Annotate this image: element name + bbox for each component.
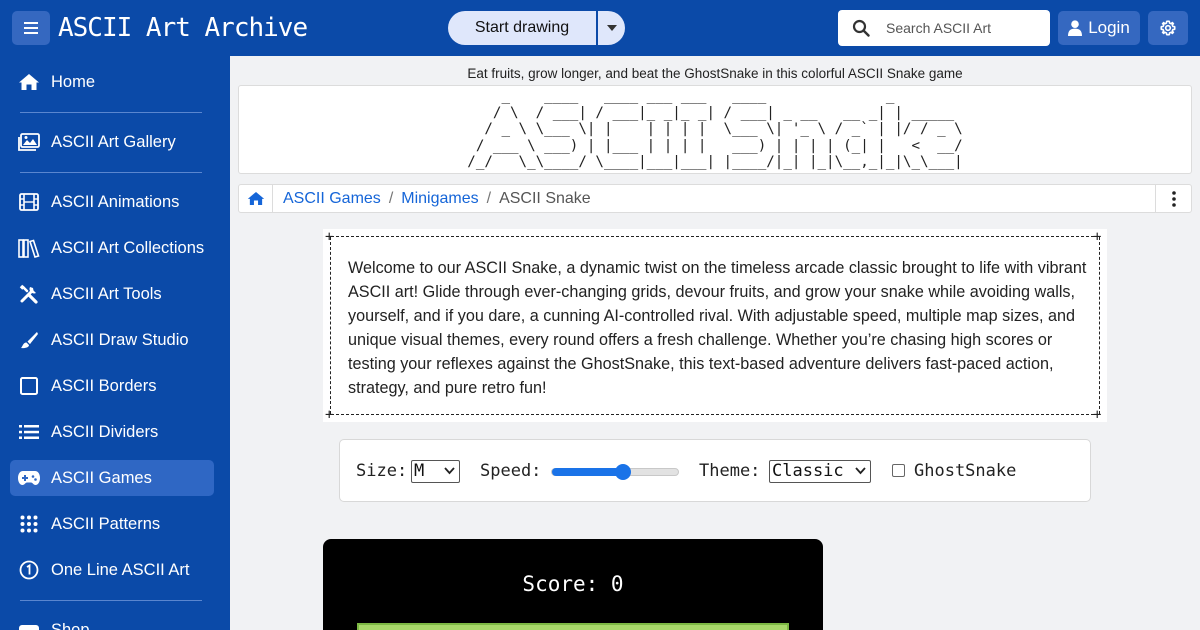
search-icon[interactable]	[852, 19, 870, 37]
books-icon	[18, 237, 40, 259]
size-select[interactable]: M	[411, 460, 460, 483]
game-field	[357, 623, 789, 630]
sidebar-item-patterns[interactable]: ASCII Patterns	[10, 506, 214, 542]
sidebar-item-label: Home	[51, 72, 96, 91]
border-corner: +	[1093, 229, 1102, 245]
settings-button[interactable]	[1148, 11, 1188, 45]
top-bar: ASCII Art Archive Start drawing Login	[0, 0, 1200, 56]
game-description: Welcome to our ASCII Snake, a dynamic tw…	[348, 259, 1087, 397]
sidebar-item-label: ASCII Animations	[51, 192, 180, 211]
sidebar: Home ASCII Art Gallery ASCII Animations …	[0, 56, 230, 630]
sidebar-item-shop[interactable]: Shop	[10, 612, 214, 630]
breadcrumb-link-minigames[interactable]: Minigames	[401, 190, 478, 208]
sidebar-item-games[interactable]: ASCII Games	[10, 460, 214, 496]
border-corner: +	[1093, 407, 1102, 423]
speed-slider[interactable]	[551, 464, 679, 480]
sidebar-item-animations[interactable]: ASCII Animations	[10, 184, 214, 220]
sidebar-item-label: ASCII Draw Studio	[51, 330, 189, 349]
theme-value: Classic	[772, 461, 844, 481]
sidebar-item-draw-studio[interactable]: ASCII Draw Studio	[10, 322, 214, 358]
sidebar-divider	[20, 112, 202, 113]
sidebar-item-label: ASCII Art Tools	[51, 284, 162, 303]
one-circle-icon	[18, 559, 40, 581]
home-icon	[247, 191, 264, 206]
grid-dots-icon	[18, 513, 40, 535]
sidebar-item-label: ASCII Patterns	[51, 514, 161, 533]
start-drawing-button[interactable]: Start drawing	[448, 11, 596, 45]
breadcrumb-link-games[interactable]: ASCII Games	[283, 190, 381, 208]
home-icon	[18, 71, 40, 93]
hamburger-icon	[24, 22, 38, 34]
login-button[interactable]: Login	[1058, 11, 1140, 45]
border-corner: +	[325, 407, 334, 423]
score-display: Score: 0	[522, 572, 624, 596]
game-canvas[interactable]: Score: 0	[323, 539, 823, 630]
border-corner: +	[325, 229, 334, 245]
breadcrumb-separator: /	[388, 189, 394, 207]
breadcrumb-current: ASCII Snake	[499, 189, 591, 207]
size-label: Size:	[356, 461, 408, 481]
theme-label: Theme:	[699, 461, 761, 481]
sidebar-item-borders[interactable]: ASCII Borders	[10, 368, 214, 404]
ascii-title-art: _ ____ ____ ___ ___ ____ _ / \ / ___| / …	[467, 88, 963, 170]
page-tagline: Eat fruits, grow longer, and beat the Gh…	[467, 66, 963, 81]
speed-slider-fill	[552, 468, 623, 476]
ghostsnake-checkbox[interactable]	[892, 464, 905, 477]
sidebar-item-label: Shop	[51, 620, 90, 630]
chevron-down-icon	[855, 467, 866, 475]
dashed-border	[331, 236, 1099, 237]
site-title[interactable]: ASCII Art Archive	[58, 10, 308, 46]
search-input[interactable]	[886, 10, 1046, 46]
dashed-border	[331, 414, 1099, 415]
gear-icon	[1160, 20, 1176, 36]
sidebar-item-label: ASCII Borders	[51, 376, 157, 395]
sidebar-item-collections[interactable]: ASCII Art Collections	[10, 230, 214, 266]
sidebar-divider	[20, 600, 202, 601]
start-drawing-dropdown[interactable]	[598, 11, 625, 45]
more-options-button[interactable]	[1155, 185, 1191, 212]
speed-label: Speed:	[480, 461, 542, 481]
sidebar-divider	[20, 172, 202, 173]
user-icon	[1068, 20, 1083, 36]
caret-down-icon	[606, 25, 617, 31]
ghostsnake-label[interactable]: GhostSnake	[914, 461, 1016, 481]
search-box	[838, 10, 1050, 46]
sidebar-item-dividers[interactable]: ASCII Dividers	[10, 414, 214, 450]
dashed-border	[1099, 237, 1100, 414]
sidebar-item-label: ASCII Art Collections	[51, 238, 205, 257]
breadcrumb-home[interactable]	[239, 185, 273, 212]
login-label: Login	[1088, 18, 1130, 37]
sidebar-item-tools[interactable]: ASCII Art Tools	[10, 276, 214, 312]
title-banner: _ ____ ____ ___ ___ ____ _ / \ / ___| / …	[238, 85, 1192, 174]
vertical-dots-icon	[1171, 190, 1176, 207]
speed-slider-thumb[interactable]	[614, 464, 631, 480]
breadcrumb-separator: /	[486, 189, 492, 207]
gamepad-icon	[18, 467, 40, 489]
shop-icon	[18, 619, 40, 630]
menu-button[interactable]	[12, 11, 50, 45]
sidebar-item-one-line[interactable]: One Line ASCII Art	[10, 552, 214, 588]
tools-icon	[18, 283, 40, 305]
game-controls: Size: M Speed: Theme: Classic GhostSnake	[339, 439, 1091, 502]
sidebar-item-label: ASCII Games	[51, 468, 152, 487]
description-box: + + + + Welcome to our ASCII Snake, a dy…	[323, 229, 1107, 422]
sidebar-item-label: ASCII Dividers	[51, 422, 159, 441]
square-icon	[18, 375, 40, 397]
theme-select[interactable]: Classic	[769, 460, 871, 483]
gallery-icon	[18, 131, 40, 153]
dashed-border	[330, 237, 331, 414]
sidebar-item-home[interactable]: Home	[10, 64, 214, 100]
chevron-down-icon	[444, 467, 455, 475]
sidebar-item-gallery[interactable]: ASCII Art Gallery	[10, 124, 214, 160]
dividers-icon	[18, 421, 40, 443]
brush-icon	[18, 329, 40, 351]
breadcrumb: ASCII Games / Minigames / ASCII Snake	[238, 184, 1192, 213]
film-icon	[18, 191, 40, 213]
sidebar-item-label: ASCII Art Gallery	[51, 132, 176, 151]
size-value: M	[414, 461, 425, 481]
sidebar-item-label: One Line ASCII Art	[51, 560, 190, 579]
